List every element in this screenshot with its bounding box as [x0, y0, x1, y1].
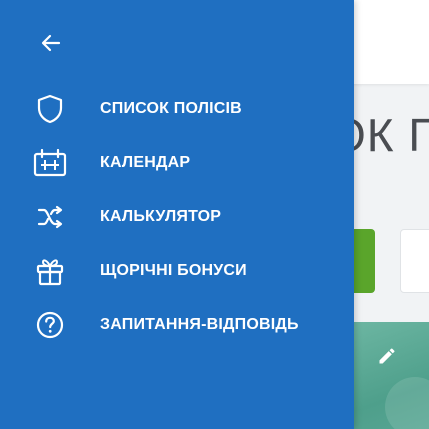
arrow-left-icon: [41, 34, 61, 52]
menu-item-calendar[interactable]: КАЛЕНДАР: [0, 136, 354, 190]
menu-item-label: КАЛЬКУЛЯТОР: [100, 208, 222, 225]
shuffle-icon: [32, 199, 68, 235]
menu-item-policies[interactable]: СПИСОК ПОЛІСІВ: [0, 82, 354, 136]
navigation-drawer: СПИСОК ПОЛІСІВ КАЛЕНДАР КАЛЬКУЛЯТОР ЩОРІ…: [0, 0, 354, 429]
back-button[interactable]: [36, 29, 66, 57]
secondary-action-button[interactable]: [400, 229, 429, 293]
menu-item-label: ЗАПИТАННЯ-ВІДПОВІДЬ: [100, 316, 299, 333]
menu-item-faq[interactable]: ЗАПИТАННЯ-ВІДПОВІДЬ: [0, 298, 354, 352]
shield-icon: [32, 91, 68, 127]
calendar-icon: [32, 145, 68, 181]
help-circle-icon: [32, 307, 68, 343]
gift-icon: [32, 253, 68, 289]
menu-item-label: ЩОРІЧНІ БОНУСИ: [100, 262, 247, 279]
menu-item-calculator[interactable]: КАЛЬКУЛЯТОР: [0, 190, 354, 244]
menu-item-label: СПИСОК ПОЛІСІВ: [100, 100, 242, 117]
pencil-icon[interactable]: [377, 346, 397, 366]
menu-item-label: КАЛЕНДАР: [100, 154, 191, 171]
menu-item-bonuses[interactable]: ЩОРІЧНІ БОНУСИ: [0, 244, 354, 298]
